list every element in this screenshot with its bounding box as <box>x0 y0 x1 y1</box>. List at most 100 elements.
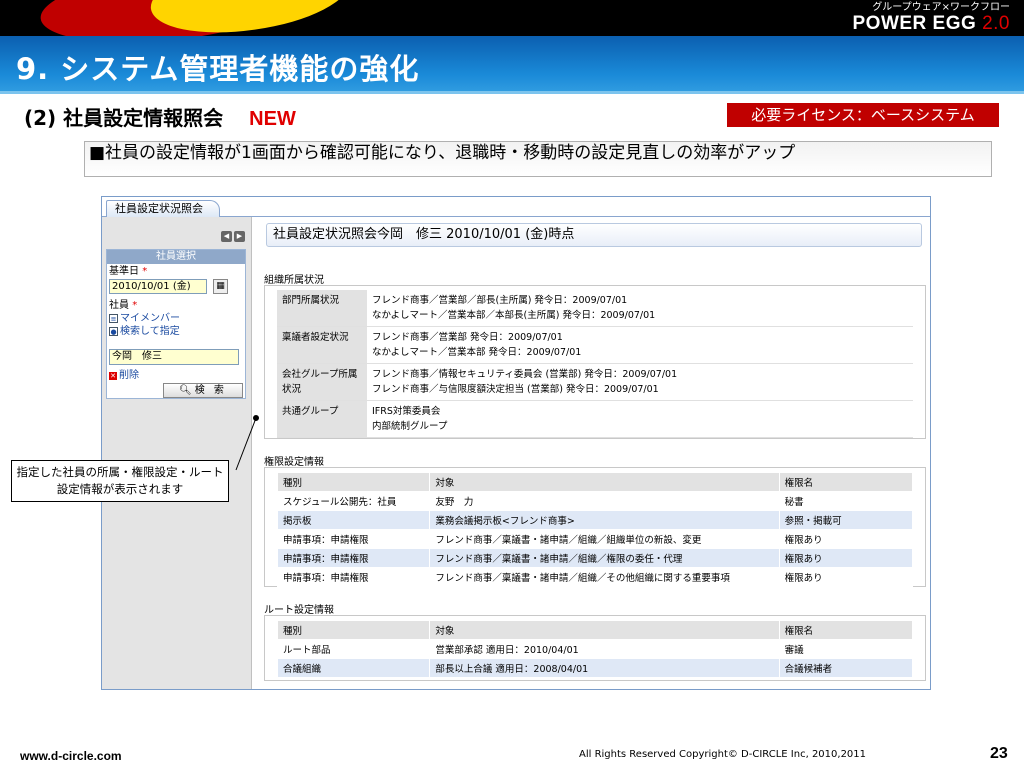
main-content: 社員設定状況照会今岡 修三 2010/10/01 (金)時点 組織所属状況 部門… <box>252 217 930 689</box>
brand-logo: グループウェア×ワークフロー POWER EGG 2.0 <box>853 2 1011 34</box>
org-value-line: なかよしマート／営業本部／本部長(主所属) 発令日：2009/07/01 <box>372 310 656 321</box>
table-cell: 業務会議掲示板<フレンド商事> <box>429 510 780 530</box>
table-row: スケジュール公開先：社員 友野 力秘書 <box>276 491 914 511</box>
org-value-cell: フレンド商事／営業部 発令日：2009/07/01 なかよしマート／営業本部 発令… <box>367 326 913 364</box>
table-cell: 参照・掲載可 <box>778 510 914 530</box>
top-banner: グループウェア×ワークフロー POWER EGG 2.0 <box>0 0 1024 36</box>
left-sidebar: ◀ ▶ 社員選択 基準日 * 2010/10/01 (金) ▦ 社員 * ≡ マイメ… <box>102 217 252 689</box>
license-badge: 必要ライセンス：ベースシステム <box>727 103 999 127</box>
auth-section-title: 権限設定情報 <box>264 457 324 468</box>
org-value-line: フレンド商事／営業部／部長(主所属) 発令日：2009/07/01 <box>372 295 628 306</box>
search-select-link[interactable]: ● 検索して指定 <box>109 325 180 338</box>
prev-arrow-icon[interactable]: ◀ <box>221 231 232 242</box>
table-cell: 権限あり <box>778 529 914 549</box>
brand-version: 2.0 <box>982 13 1010 34</box>
app-screenshot-panel: 社員設定状況照会 ◀ ▶ 社員選択 基準日 * 2010/10/01 (金) ▦ … <box>101 196 931 690</box>
table-cell: 合議候補者 <box>778 658 914 678</box>
org-value-line: フレンド商事／与信限度額決定担当 (営業部) 発令日：2009/07/01 <box>372 384 659 395</box>
table-cell: 権限あり <box>778 548 914 568</box>
table-cell: 合議組織 <box>276 658 431 678</box>
table-cell: 秘書 <box>778 491 914 511</box>
employee-input[interactable]: 今岡 修三 <box>109 349 239 365</box>
employee-label: 社員 * <box>109 300 138 311</box>
column-header: 権限名 <box>778 620 914 640</box>
person-icon: ● <box>109 326 118 336</box>
table-row: 申請事項：申請権限 フレンド商事／稟議書・諸申請／組織／組織単位の新設、変更 権限あ… <box>276 529 914 549</box>
my-members-link[interactable]: ≡ マイメンバー <box>109 312 180 325</box>
org-key-cell: 共通グループ <box>277 400 367 438</box>
table-cell: フレンド商事／稟議書・諸申請／組織／組織単位の新設、変更 <box>429 529 780 549</box>
table-cell: フレンド商事／稟議書・諸申請／組織／その他組織に関する重要事項 <box>429 567 780 587</box>
required-mark: * <box>142 266 148 277</box>
org-value-cell: フレンド商事／営業部／部長(主所属) 発令日：2009/07/01 なかよしマート… <box>367 290 913 327</box>
table-cell: 権限あり <box>778 567 914 587</box>
table-cell: スケジュール公開先：社員 <box>276 491 431 511</box>
delete-icon: ✕ <box>109 372 117 380</box>
org-status-table: 部門所属状況 フレンド商事／営業部／部長(主所属) 発令日：2009/07/01 な… <box>277 290 913 438</box>
table-cell: 掲示板 <box>276 510 431 530</box>
table-cell: 部長以上合議 適用日：2008/04/01 <box>429 658 780 678</box>
tab-employee-settings[interactable]: 社員設定状況照会 <box>106 200 220 217</box>
subtitle-text: (2) 社員設定情報照会 <box>24 106 224 130</box>
org-key-cell: 部門所属状況 <box>277 290 367 327</box>
table-header-row: 種別 対象 権限名 <box>276 620 914 640</box>
delete-link[interactable]: ✕ 削除 <box>109 366 139 381</box>
selector-heading: 社員選択 <box>107 250 245 264</box>
table-row: 申請事項：申請権限 フレンド商事／稟議書・諸申請／組織／その他組織に関する重要事項… <box>276 567 914 587</box>
table-cell: 友野 力 <box>429 491 780 511</box>
footer-url[interactable]: www.d-circle.com <box>20 749 122 763</box>
table-cell: ルート部品 <box>276 639 431 659</box>
auth-settings-box: 種別 対象 権限名 スケジュール公開先：社員 友野 力秘書 掲示板 業務会議掲示板<フレンド… <box>264 467 926 587</box>
required-mark: * <box>132 300 138 311</box>
org-value-line: フレンド商事／情報セキュリティ委員会 (営業部) 発令日：2009/07/01 <box>372 369 678 380</box>
footer-copyright: All Rights Reserved Copyright© D-CIRCLE … <box>579 749 867 760</box>
column-header: 種別 <box>276 472 431 492</box>
table-row: 申請事項：申請権限 フレンド商事／稟議書・諸申請／組織／権限の委任・代理 権限あり <box>276 548 914 568</box>
page-number: 23 <box>990 745 1008 762</box>
column-header: 権限名 <box>778 472 914 492</box>
org-value-line: 内部統制グループ <box>372 421 448 432</box>
org-row: 共通グループ IFRS対策委員会 内部統制グループ <box>277 400 913 438</box>
column-header: 対象 <box>429 472 780 492</box>
slide-title: 9. システム管理者機能の強化 <box>16 52 420 86</box>
calendar-icon[interactable]: ▦ <box>213 279 228 294</box>
feature-bullet: ■社員の設定情報が1画面から確認可能になり、退職時・移動時の設定見直しの効率がア… <box>84 141 992 177</box>
table-cell: フレンド商事／稟議書・諸申請／組織／権限の委任・代理 <box>429 548 780 568</box>
new-badge: NEW <box>249 108 296 130</box>
org-value-line: IFRS対策委員会 <box>372 406 441 417</box>
slide-title-bar: 9. システム管理者機能の強化 <box>0 36 1024 94</box>
table-header-row: 種別 対象 権限名 <box>276 472 914 492</box>
slide-subtitle: (2) 社員設定情報照会 NEW <box>24 102 296 131</box>
date-input[interactable]: 2010/10/01 (金) <box>109 279 207 294</box>
search-button[interactable]: 🔍︎検 索 <box>163 383 243 398</box>
brand-name: POWER EGG <box>852 13 977 34</box>
next-arrow-icon[interactable]: ▶ <box>234 231 245 242</box>
org-row: 稟議者設定状況 フレンド商事／営業部 発令日：2009/07/01 なかよしマート／… <box>277 326 913 364</box>
table-cell: 申請事項：申請権限 <box>276 529 431 549</box>
column-header: 種別 <box>276 620 431 640</box>
auth-settings-table: 種別 対象 権限名 スケジュール公開先：社員 友野 力秘書 掲示板 業務会議掲示板<フレンド… <box>276 472 914 587</box>
org-status-box: 部門所属状況 フレンド商事／営業部／部長(主所属) 発令日：2009/07/01 な… <box>264 285 926 439</box>
employee-selector: 社員選択 基準日 * 2010/10/01 (金) ▦ 社員 * ≡ マイメンバー… <box>106 249 246 399</box>
org-key-cell: 会社グループ所属状況 <box>277 363 367 401</box>
table-cell: 営業部承認 適用日：2010/04/01 <box>429 639 780 659</box>
tab-strip: 社員設定状況照会 <box>102 197 930 217</box>
sidebar-nav-buttons: ◀ ▶ <box>219 223 245 242</box>
org-value-line: なかよしマート／営業本部 発令日：2009/07/01 <box>372 347 582 358</box>
callout-note: 指定した社員の所属・権限設定・ルート設定情報が表示されます <box>11 460 229 502</box>
org-value-cell: フレンド商事／情報セキュリティ委員会 (営業部) 発令日：2009/07/01 フ… <box>367 363 913 401</box>
route-settings-box: 種別 対象 権限名 ルート部品 営業部承認 適用日：2010/04/01 審議 合議組織 部長… <box>264 615 926 681</box>
org-row: 会社グループ所属状況 フレンド商事／情報セキュリティ委員会 (営業部) 発令日：2… <box>277 363 913 401</box>
org-key-cell: 稟議者設定状況 <box>277 326 367 364</box>
list-icon: ≡ <box>109 313 118 323</box>
table-row: 合議組織 部長以上合議 適用日：2008/04/01 合議候補者 <box>276 658 914 678</box>
route-section-title: ルート設定情報 <box>264 605 334 616</box>
table-row: ルート部品 営業部承認 適用日：2010/04/01 審議 <box>276 639 914 659</box>
route-settings-table: 種別 対象 権限名 ルート部品 営業部承認 適用日：2010/04/01 審議 合議組織 部長… <box>276 620 914 678</box>
org-value-cell: IFRS対策委員会 内部統制グループ <box>367 400 913 438</box>
magnifier-icon: 🔍︎ <box>179 385 195 396</box>
org-row: 部門所属状況 フレンド商事／営業部／部長(主所属) 発令日：2009/07/01 な… <box>277 290 913 327</box>
page-title: 社員設定状況照会今岡 修三 2010/10/01 (金)時点 <box>266 223 922 247</box>
org-value-line: フレンド商事／営業部 発令日：2009/07/01 <box>372 332 563 343</box>
table-cell: 申請事項：申請権限 <box>276 548 431 568</box>
